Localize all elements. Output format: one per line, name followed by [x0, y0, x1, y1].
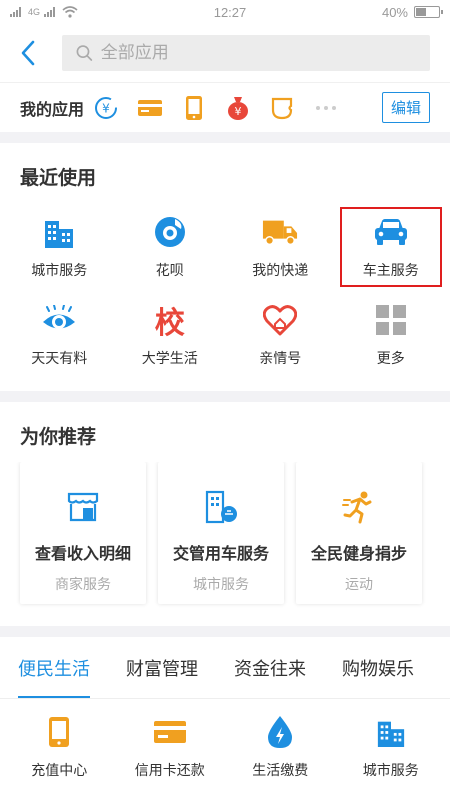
app-huabei[interactable]: 花呗	[115, 203, 226, 291]
card-subtitle: 商家服务	[55, 576, 111, 592]
app-label: 亲情号	[259, 350, 302, 366]
running-icon	[340, 488, 378, 526]
app-family-number[interactable]: 亲情号	[225, 291, 336, 379]
my-apps-bar: 我的应用 ¥ ¥ 编辑	[0, 82, 450, 132]
clock: 12:27	[213, 4, 247, 20]
app-label: 大学生活	[141, 350, 198, 366]
app-car-owner-service[interactable]: 车主服务	[336, 203, 447, 291]
school-glyph: 校	[154, 306, 185, 341]
category-tabs: 便民生活 财富管理 资金往来 购物娱乐	[0, 637, 450, 699]
recent-title: 最近使用	[20, 168, 97, 189]
money-bag-icon[interactable]: ¥	[224, 94, 252, 122]
card-icon[interactable]	[136, 94, 164, 122]
service-label: 信用卡还款	[134, 762, 205, 778]
tab-convenience[interactable]: 便民生活	[18, 637, 90, 698]
app-college-life[interactable]: 校 大学生活	[115, 291, 226, 379]
more-dots-icon[interactable]	[312, 94, 340, 122]
recommend-card-income[interactable]: 查看收入明细 商家服务	[20, 462, 146, 604]
recommend-title: 为你推荐	[20, 427, 97, 448]
app-label: 车主服务	[362, 262, 419, 278]
battery-percent: 40%	[381, 4, 408, 20]
top-bar	[0, 24, 450, 82]
city-building-icon	[373, 714, 409, 750]
card-title: 交管用车服务	[172, 546, 269, 563]
app-label: 城市服务	[31, 262, 88, 278]
credit-card-icon	[152, 714, 188, 750]
signal-indicators: 4G	[10, 6, 78, 18]
recent-section: 最近使用 城市服务 花呗 我的快递 车主服务 天天有料 校 大学生活 亲情号 更…	[0, 143, 450, 391]
search-input[interactable]	[100, 43, 430, 63]
service-label: 城市服务	[362, 762, 419, 778]
truck-icon	[262, 214, 298, 250]
drop-lightning-icon	[262, 714, 298, 750]
app-daily-news[interactable]: 天天有料	[4, 291, 115, 379]
services-section: 便民生活 财富管理 资金往来 购物娱乐 充值中心 信用卡还款 生活缴费 城市服务	[0, 637, 450, 800]
app-label: 我的快递	[252, 262, 309, 278]
recommend-section: 为你推荐 查看收入明细 商家服务 交管用车服务 城市服务 全民健身捐步 运动	[0, 402, 450, 626]
phone-icon[interactable]	[180, 94, 208, 122]
service-city[interactable]: 城市服务	[336, 699, 447, 795]
recommend-cards: 查看收入明细 商家服务 交管用车服务 城市服务 全民健身捐步 运动	[0, 462, 450, 626]
service-label: 生活缴费	[252, 762, 309, 778]
recommend-card-traffic[interactable]: 交管用车服务 城市服务	[158, 462, 284, 604]
status-bar: 4G 12:27 40%	[0, 0, 450, 24]
service-credit-card[interactable]: 信用卡还款	[115, 699, 226, 795]
back-arrow-icon	[21, 40, 35, 66]
app-my-express[interactable]: 我的快递	[225, 203, 336, 291]
transfer-icon[interactable]: ¥	[92, 94, 120, 122]
services-next-row-partial: ¥	[0, 795, 450, 800]
battery-status: 40%	[381, 4, 443, 20]
my-apps-title: 我的应用	[20, 101, 85, 119]
tab-wealth[interactable]: 财富管理	[126, 637, 198, 698]
huabei-icon	[152, 214, 188, 250]
edit-button[interactable]: 编辑	[381, 92, 430, 123]
card-subtitle: 城市服务	[193, 576, 249, 592]
services-grid: 充值中心 信用卡还款 生活缴费 城市服务	[0, 699, 450, 795]
battery-icon	[414, 6, 443, 18]
traffic-building-icon	[202, 488, 240, 526]
wifi-icon	[62, 6, 78, 18]
app-more[interactable]: 更多	[336, 291, 447, 379]
app-label: 更多	[376, 350, 405, 366]
recommend-card-fitness[interactable]: 全民健身捐步 运动	[296, 462, 422, 604]
heart-home-icon	[262, 302, 298, 338]
network-type: 4G	[28, 7, 41, 17]
service-utilities[interactable]: 生活缴费	[225, 699, 336, 795]
battery-fill	[416, 8, 426, 16]
eye-icon	[41, 302, 77, 338]
car-icon	[373, 214, 409, 250]
coupon-icon[interactable]	[268, 94, 296, 122]
back-button[interactable]	[20, 38, 50, 68]
school-icon: 校	[152, 302, 188, 341]
signal-icon-2	[44, 7, 56, 17]
app-city-service[interactable]: 城市服务	[4, 203, 115, 291]
svg-text:¥: ¥	[235, 105, 242, 118]
svg-text:¥: ¥	[102, 101, 110, 115]
service-label: 充值中心	[31, 762, 88, 778]
app-label: 天天有料	[31, 350, 88, 366]
card-title: 全民健身捐步	[310, 546, 407, 563]
tab-funds[interactable]: 资金往来	[234, 637, 306, 698]
grid-more-icon	[373, 302, 409, 338]
recent-grid: 城市服务 花呗 我的快递 车主服务 天天有料 校 大学生活 亲情号 更多	[0, 203, 450, 391]
card-title: 查看收入明细	[34, 546, 131, 563]
city-building-icon	[41, 214, 77, 250]
service-recharge[interactable]: 充值中心	[4, 699, 115, 795]
my-apps-icons: ¥ ¥	[92, 94, 382, 122]
signal-icon	[10, 7, 21, 17]
card-subtitle: 运动	[345, 576, 373, 592]
search-icon	[76, 45, 93, 61]
phone-icon	[41, 714, 77, 750]
shop-icon	[64, 488, 102, 526]
search-box[interactable]	[62, 35, 430, 71]
app-label: 花呗	[155, 262, 184, 278]
tab-shopping[interactable]: 购物娱乐	[342, 637, 414, 698]
